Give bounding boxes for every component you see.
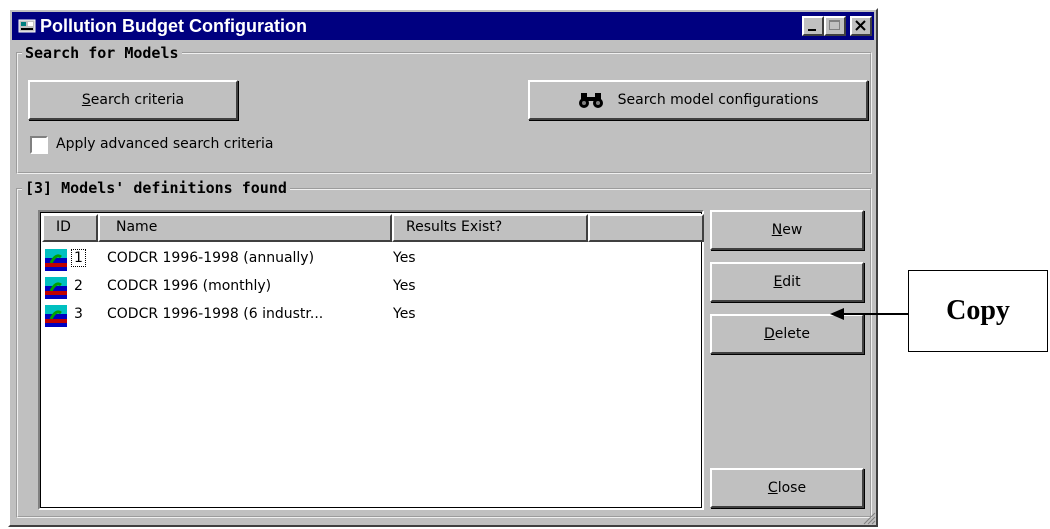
binoculars-icon (578, 93, 603, 108)
search-group-legend: Search for Models (22, 44, 182, 62)
edit-button[interactable]: Edit (710, 262, 864, 302)
models-group-legend: [3] Models' definitions found (22, 179, 290, 197)
search-criteria-button[interactable]: Search criteria (28, 80, 238, 120)
row-id: 3 (74, 306, 83, 322)
minimize-icon (808, 29, 816, 31)
maximize-button[interactable] (824, 16, 846, 36)
copy-callout: Copy (908, 270, 1048, 352)
row-results: Yes (393, 306, 416, 322)
title-bar[interactable]: Pollution Budget Configuration (12, 12, 874, 40)
minimize-button[interactable] (802, 16, 824, 36)
row-name: CODCR 1996 (monthly) (107, 278, 272, 294)
advanced-search-checkbox[interactable] (30, 136, 48, 154)
table-row[interactable]: 2 CODCR 1996 (monthly) Yes (43, 274, 699, 302)
search-model-configurations-button[interactable]: Search model configurations (528, 80, 868, 120)
row-results: Yes (393, 250, 416, 266)
model-icon (45, 277, 67, 299)
column-header-id[interactable]: ID (42, 214, 98, 242)
row-name: CODCR 1996-1998 (6 industr... (107, 306, 324, 322)
close-button[interactable]: Close (710, 468, 864, 508)
model-icon (45, 249, 67, 271)
close-icon (855, 20, 866, 31)
new-button[interactable]: New (710, 210, 864, 250)
table-row[interactable]: 3 CODCR 1996-1998 (6 industr... Yes (43, 302, 699, 330)
search-criteria-key: Search criteria (81, 92, 185, 108)
close-window-button[interactable] (850, 16, 872, 36)
arrow-icon (830, 308, 908, 320)
column-header-results-exist[interactable]: Results Exist? (392, 214, 588, 242)
models-table[interactable]: ID Name Results Exist? 1 CODCR 1996-1998… (38, 210, 704, 510)
table-row[interactable]: 1 CODCR 1996-1998 (annually) Yes (43, 246, 699, 274)
maximize-icon (829, 20, 840, 30)
resize-grip-icon[interactable] (862, 511, 876, 525)
copy-callout-label: Copy (946, 295, 1010, 326)
search-model-configurations-label: Search model configurations (617, 92, 819, 108)
column-header-name[interactable]: Name (98, 214, 392, 242)
row-results: Yes (393, 278, 416, 294)
advanced-search-label[interactable]: Apply advanced search criteria (56, 136, 273, 152)
row-id: 1 (71, 249, 86, 267)
app-icon (18, 19, 36, 33)
window-title: Pollution Budget Configuration (40, 16, 307, 36)
column-header-blank[interactable] (588, 214, 704, 242)
pollution-budget-window: Pollution Budget Configuration Search fo… (8, 8, 878, 527)
model-icon (45, 305, 67, 327)
row-name: CODCR 1996-1998 (annually) (107, 250, 315, 266)
row-id: 2 (74, 278, 83, 294)
